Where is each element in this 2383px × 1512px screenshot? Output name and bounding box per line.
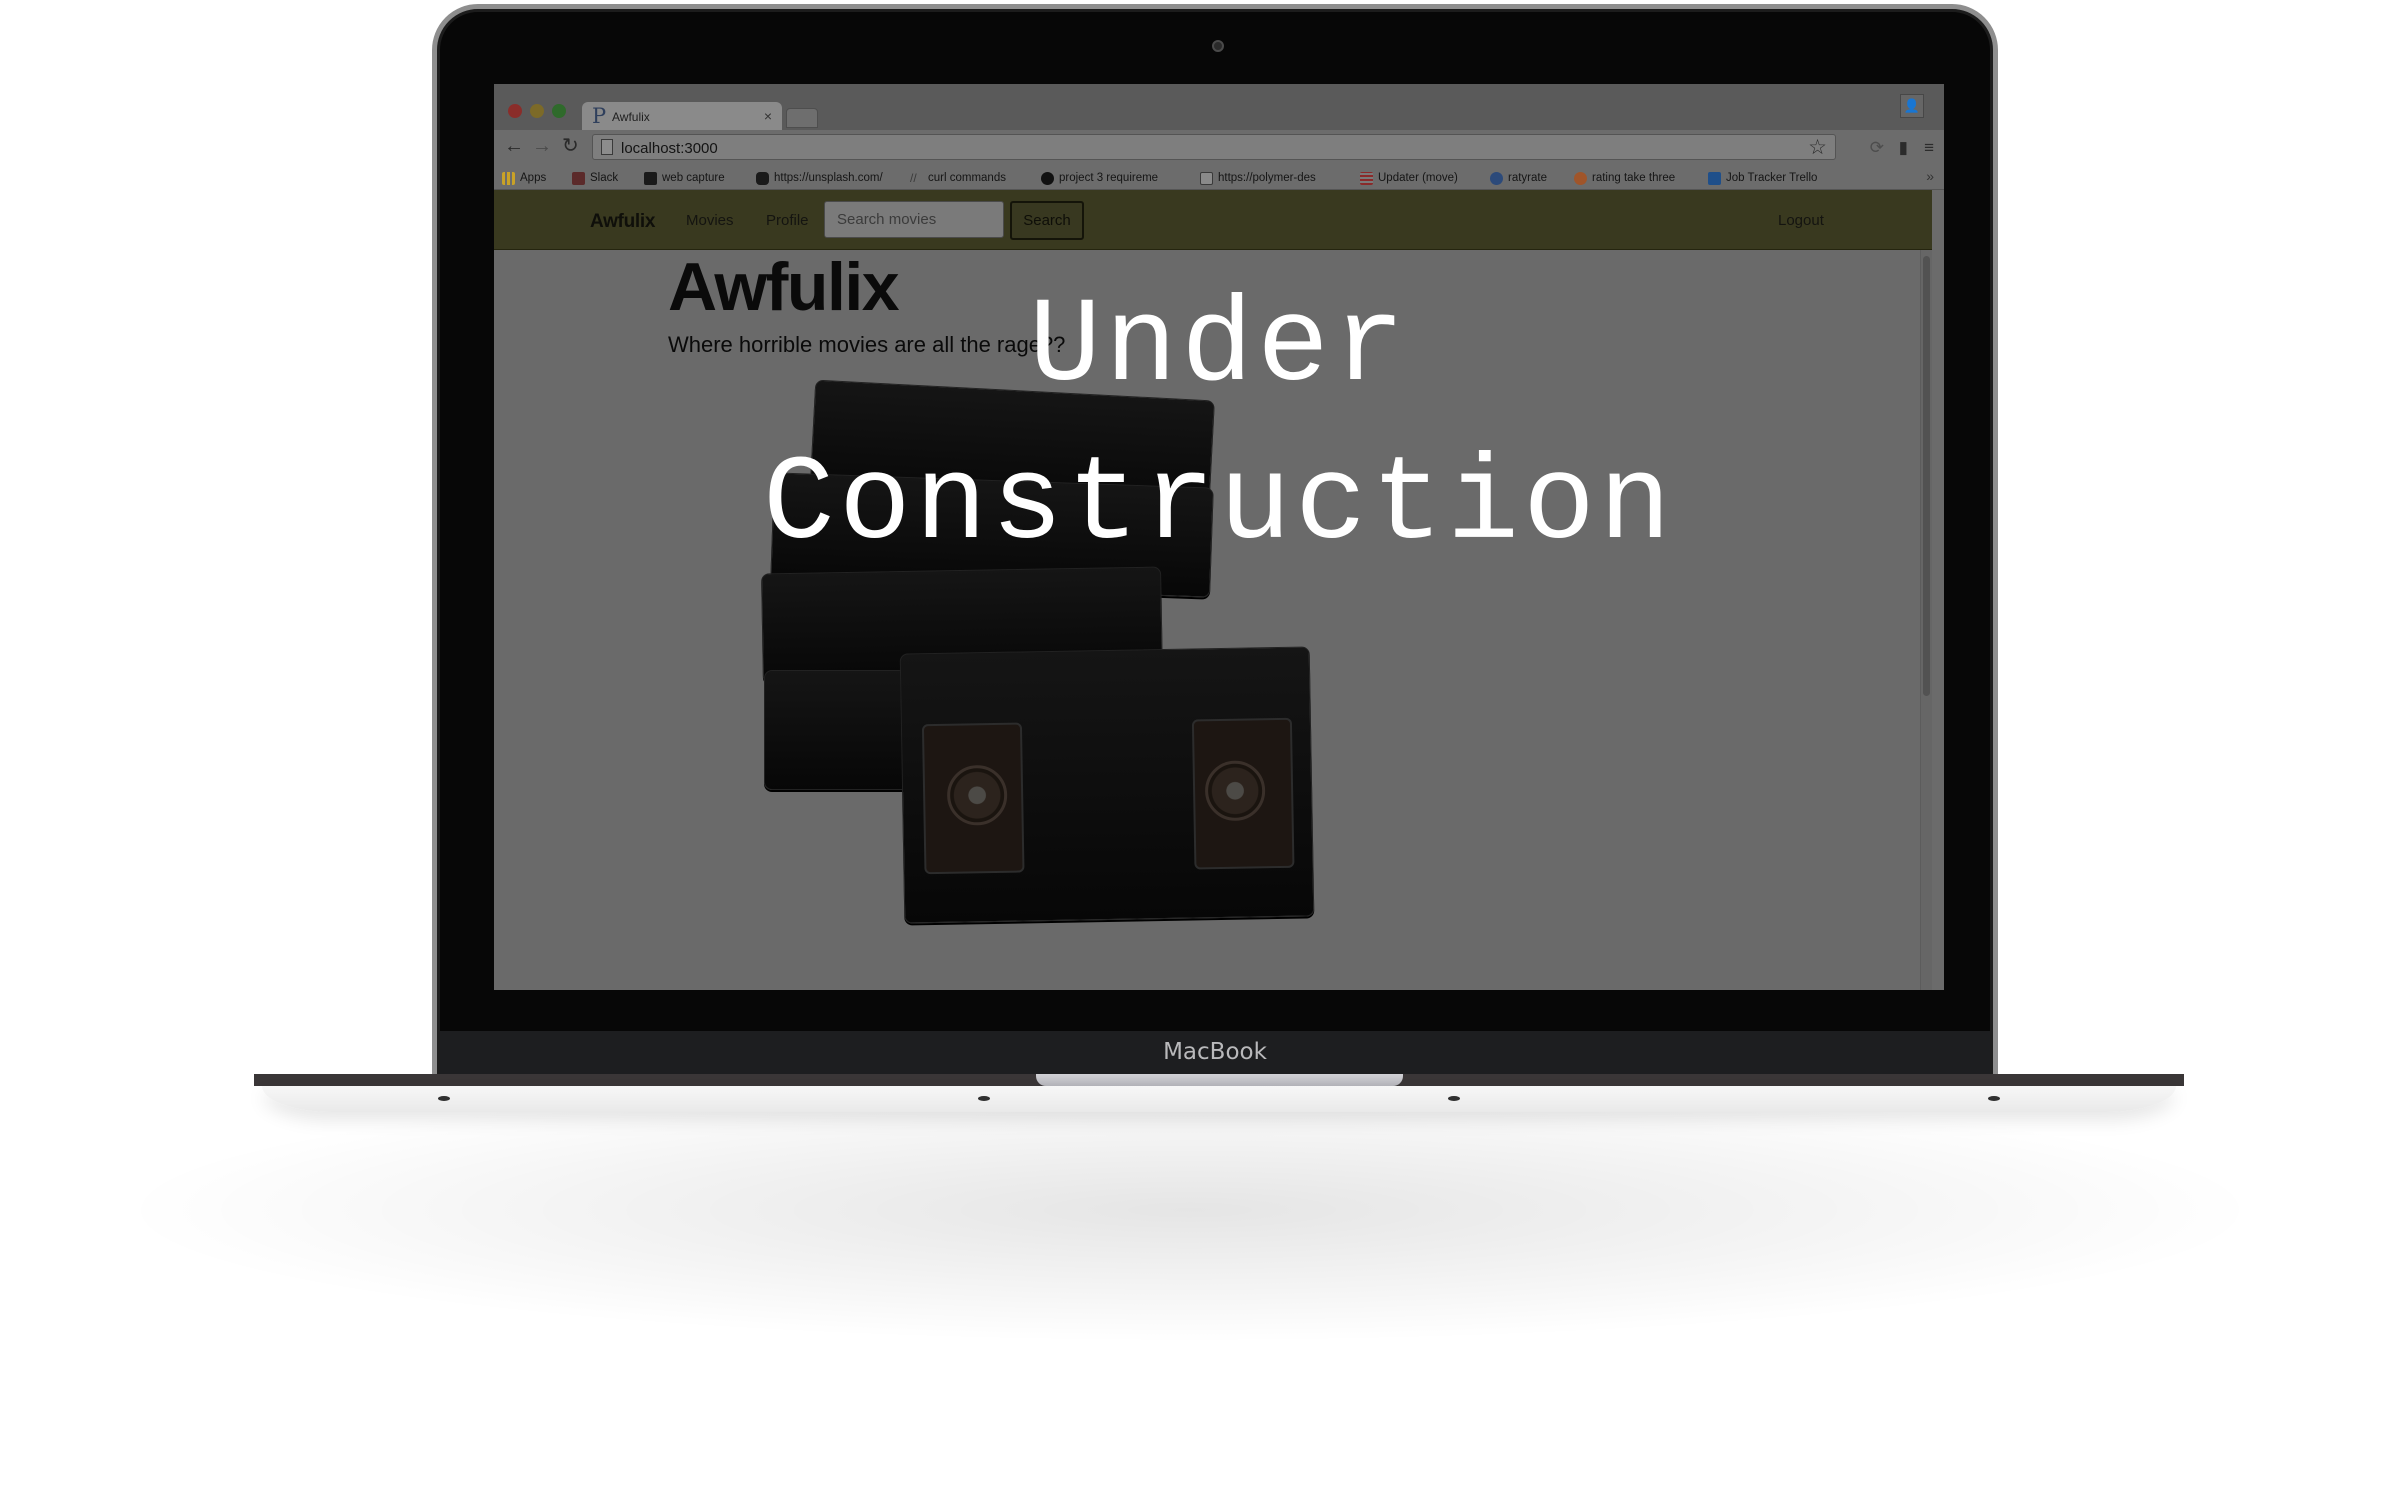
search-movies-input[interactable] bbox=[824, 201, 1004, 238]
bookmarks-overflow-icon[interactable]: » bbox=[1926, 168, 1934, 184]
laptop-notch bbox=[1036, 1074, 1403, 1086]
browser-tab[interactable]: P Awfulix × bbox=[582, 102, 782, 130]
bookmark-label: Slack bbox=[590, 172, 619, 184]
bookmark-star-icon[interactable]: ☆ bbox=[1808, 135, 1827, 160]
ratyrate-icon bbox=[1490, 171, 1503, 185]
bookmark-label: Job Tracker Trello bbox=[1726, 172, 1818, 184]
camera-icon bbox=[756, 171, 769, 185]
bookmark-label: Apps bbox=[520, 172, 547, 184]
capture-icon bbox=[644, 171, 657, 185]
extension-color-icon[interactable]: ▮ bbox=[1899, 138, 1908, 158]
trello-icon bbox=[1708, 171, 1721, 185]
apps-grid-icon bbox=[502, 171, 515, 185]
menu-icon[interactable]: ≡ bbox=[1924, 138, 1934, 158]
slack-icon bbox=[572, 171, 585, 185]
close-window-icon[interactable] bbox=[508, 104, 522, 118]
bookmark-ratyrate[interactable]: ratyrate bbox=[1490, 171, 1547, 185]
bookmark-slack[interactable]: Slack bbox=[572, 171, 618, 185]
laptop-base-bottom bbox=[262, 1086, 2176, 1112]
maximize-window-icon[interactable] bbox=[552, 104, 566, 118]
browser-toolbar: ← → ↻ localhost:3000 ☆ ⟳ ▮ ≡ bbox=[494, 130, 1944, 164]
link-icon: // bbox=[910, 170, 917, 185]
tab-favicon-icon: P bbox=[592, 104, 607, 128]
bookmark-label: https://unsplash.com/ bbox=[774, 172, 883, 184]
nav-profile-link[interactable]: Profile bbox=[766, 212, 809, 229]
bookmark-label: rating take three bbox=[1592, 172, 1676, 184]
address-url: localhost:3000 bbox=[621, 140, 718, 157]
nav-movies-link[interactable]: Movies bbox=[686, 212, 734, 229]
bookmark-apps[interactable]: Apps bbox=[502, 171, 546, 185]
bookmark-job-tracker[interactable]: Job Tracker Trello bbox=[1708, 171, 1817, 185]
new-tab-button[interactable] bbox=[786, 108, 818, 128]
site-navbar: Awfulix Movies Profile Search Logout bbox=[494, 190, 1932, 250]
profile-icon[interactable]: 👤 bbox=[1900, 94, 1924, 118]
camera-icon bbox=[1212, 40, 1224, 52]
bookmark-project3[interactable]: project 3 requireme bbox=[1041, 171, 1158, 185]
laptop-foot bbox=[1448, 1096, 1460, 1101]
site-brand-link[interactable]: Awfulix bbox=[590, 211, 655, 233]
bookmark-updater[interactable]: Updater (move) bbox=[1360, 171, 1458, 185]
bookmark-polymer[interactable]: https://polymer-des bbox=[1200, 171, 1316, 185]
search-button[interactable]: Search bbox=[1010, 201, 1084, 240]
bookmark-unsplash[interactable]: https://unsplash.com/ bbox=[756, 171, 883, 185]
bookmark-label: Updater (move) bbox=[1378, 172, 1458, 184]
bookmark-web-capture[interactable]: web capture bbox=[644, 171, 725, 185]
logout-link[interactable]: Logout bbox=[1778, 212, 1824, 229]
laptop-shadow bbox=[140, 1080, 2240, 1340]
minimize-window-icon[interactable] bbox=[530, 104, 544, 118]
back-arrow-icon[interactable]: ← bbox=[504, 136, 524, 156]
bookmark-curl[interactable]: // curl commands bbox=[910, 171, 1006, 185]
laptop-chin: MacBook bbox=[440, 1031, 1990, 1075]
bookmark-label: ratyrate bbox=[1508, 172, 1547, 184]
tab-close-icon[interactable]: × bbox=[764, 108, 772, 124]
page-icon bbox=[601, 139, 613, 155]
tab-title: Awfulix bbox=[612, 110, 650, 124]
macbook-label: MacBook bbox=[1163, 1039, 1267, 1065]
laptop-foot bbox=[978, 1096, 990, 1101]
bookmark-label: https://polymer-des bbox=[1218, 172, 1316, 184]
browser-tabstrip: P Awfulix × 👤 bbox=[494, 84, 1944, 130]
bookmark-label: project 3 requireme bbox=[1059, 172, 1159, 184]
bookmarks-bar: Apps Slack web capture https://unsplash.… bbox=[494, 164, 1944, 190]
bookmark-rating-take-three[interactable]: rating take three bbox=[1574, 171, 1675, 185]
laptop-foot bbox=[438, 1096, 450, 1101]
under-construction-line2: Construction bbox=[762, 438, 1676, 574]
rating-icon bbox=[1574, 171, 1587, 185]
updater-icon bbox=[1360, 171, 1373, 185]
bookmark-label: curl commands bbox=[928, 172, 1006, 184]
bookmark-label: web capture bbox=[662, 172, 725, 184]
address-bar[interactable]: localhost:3000 ☆ bbox=[592, 134, 1836, 160]
laptop-foot bbox=[1988, 1096, 2000, 1101]
page-icon bbox=[1200, 171, 1213, 185]
under-construction-line1: Under bbox=[1028, 280, 1410, 416]
reload-icon[interactable]: ↻ bbox=[562, 136, 579, 156]
laptop-screen: P Awfulix × 👤 ← → ↻ localhost:3000 ☆ ⟳ ▮… bbox=[494, 84, 1944, 990]
extension-refresh-icon[interactable]: ⟳ bbox=[1870, 138, 1884, 158]
github-icon bbox=[1041, 171, 1054, 185]
forward-arrow-icon[interactable]: → bbox=[532, 136, 552, 156]
